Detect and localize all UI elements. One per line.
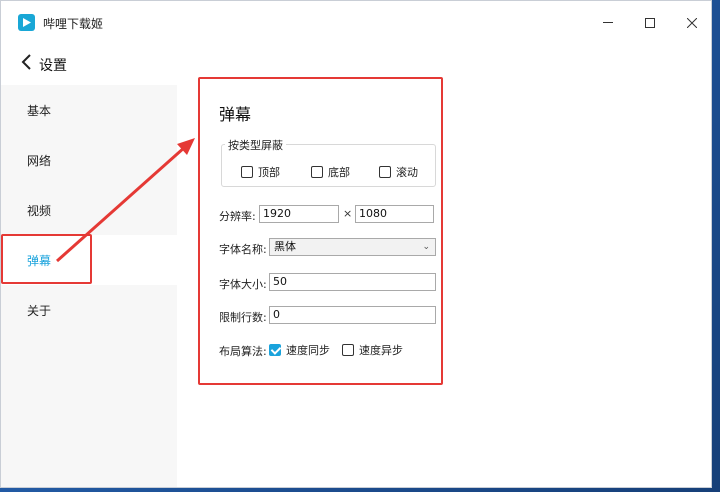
app-window: 哔哩下载姬 设置 基本 网络 视频 弹幕 关于 弹幕 按类型屏蔽 顶部 底部 滚…	[0, 0, 712, 488]
annotation-arrow	[56, 138, 195, 263]
